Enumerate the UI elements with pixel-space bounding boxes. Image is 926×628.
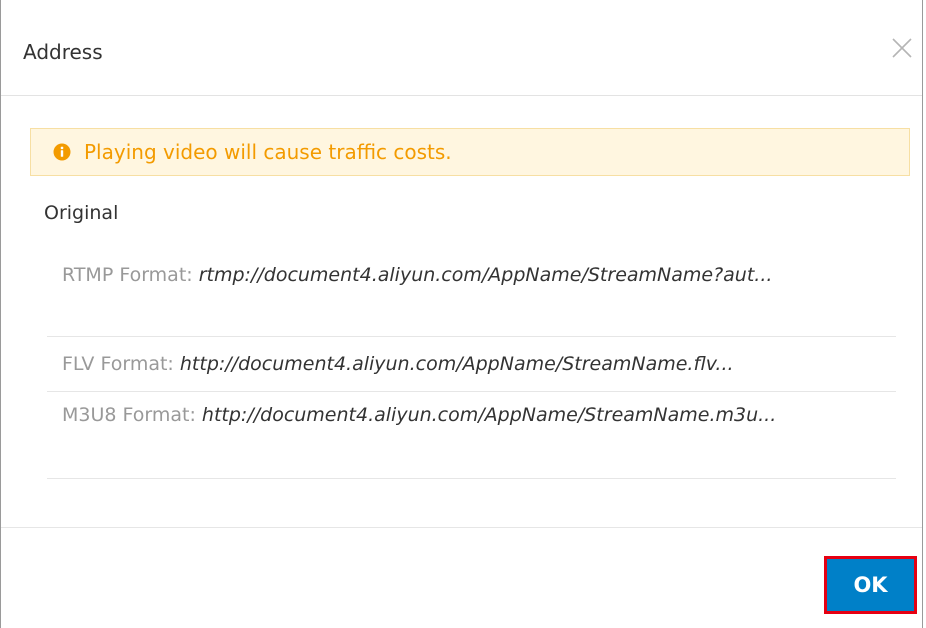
section-title: Original <box>44 202 119 224</box>
dialog-header: Address <box>1 0 922 96</box>
format-url[interactable]: http://document4.aliyun.com/AppName/Stre… <box>202 404 776 426</box>
format-label: FLV Format: <box>62 353 174 375</box>
info-circle-icon-graphic <box>53 143 71 161</box>
format-text: FLV Format: http://document4.aliyun.com/… <box>62 349 887 379</box>
dialog-title: Address <box>23 40 103 64</box>
format-label: M3U8 Format: <box>62 404 196 426</box>
ok-button[interactable]: OK <box>824 556 917 614</box>
format-text: RTMP Format: rtmp://document4.aliyun.com… <box>62 260 887 290</box>
format-row-m3u8: M3U8 Format: http://document4.aliyun.com… <box>47 392 896 479</box>
close-icon-graphic <box>892 38 912 58</box>
format-row-rtmp: RTMP Format: rtmp://document4.aliyun.com… <box>47 252 896 337</box>
format-row-flv: FLV Format: http://document4.aliyun.com/… <box>47 337 896 392</box>
format-url[interactable]: rtmp://document4.aliyun.com/AppName/Stre… <box>199 264 773 286</box>
info-circle-icon <box>53 143 71 161</box>
footer-divider <box>1 527 922 528</box>
address-dialog: Address Playing video will cause traffic… <box>0 0 923 628</box>
format-url[interactable]: http://document4.aliyun.com/AppName/Stre… <box>180 353 734 375</box>
format-label: RTMP Format: <box>62 264 193 286</box>
format-text: M3U8 Format: http://document4.aliyun.com… <box>62 400 887 430</box>
traffic-cost-alert: Playing video will cause traffic costs. <box>30 128 910 176</box>
alert-text: Playing video will cause traffic costs. <box>84 140 452 164</box>
close-icon[interactable] <box>890 36 914 60</box>
